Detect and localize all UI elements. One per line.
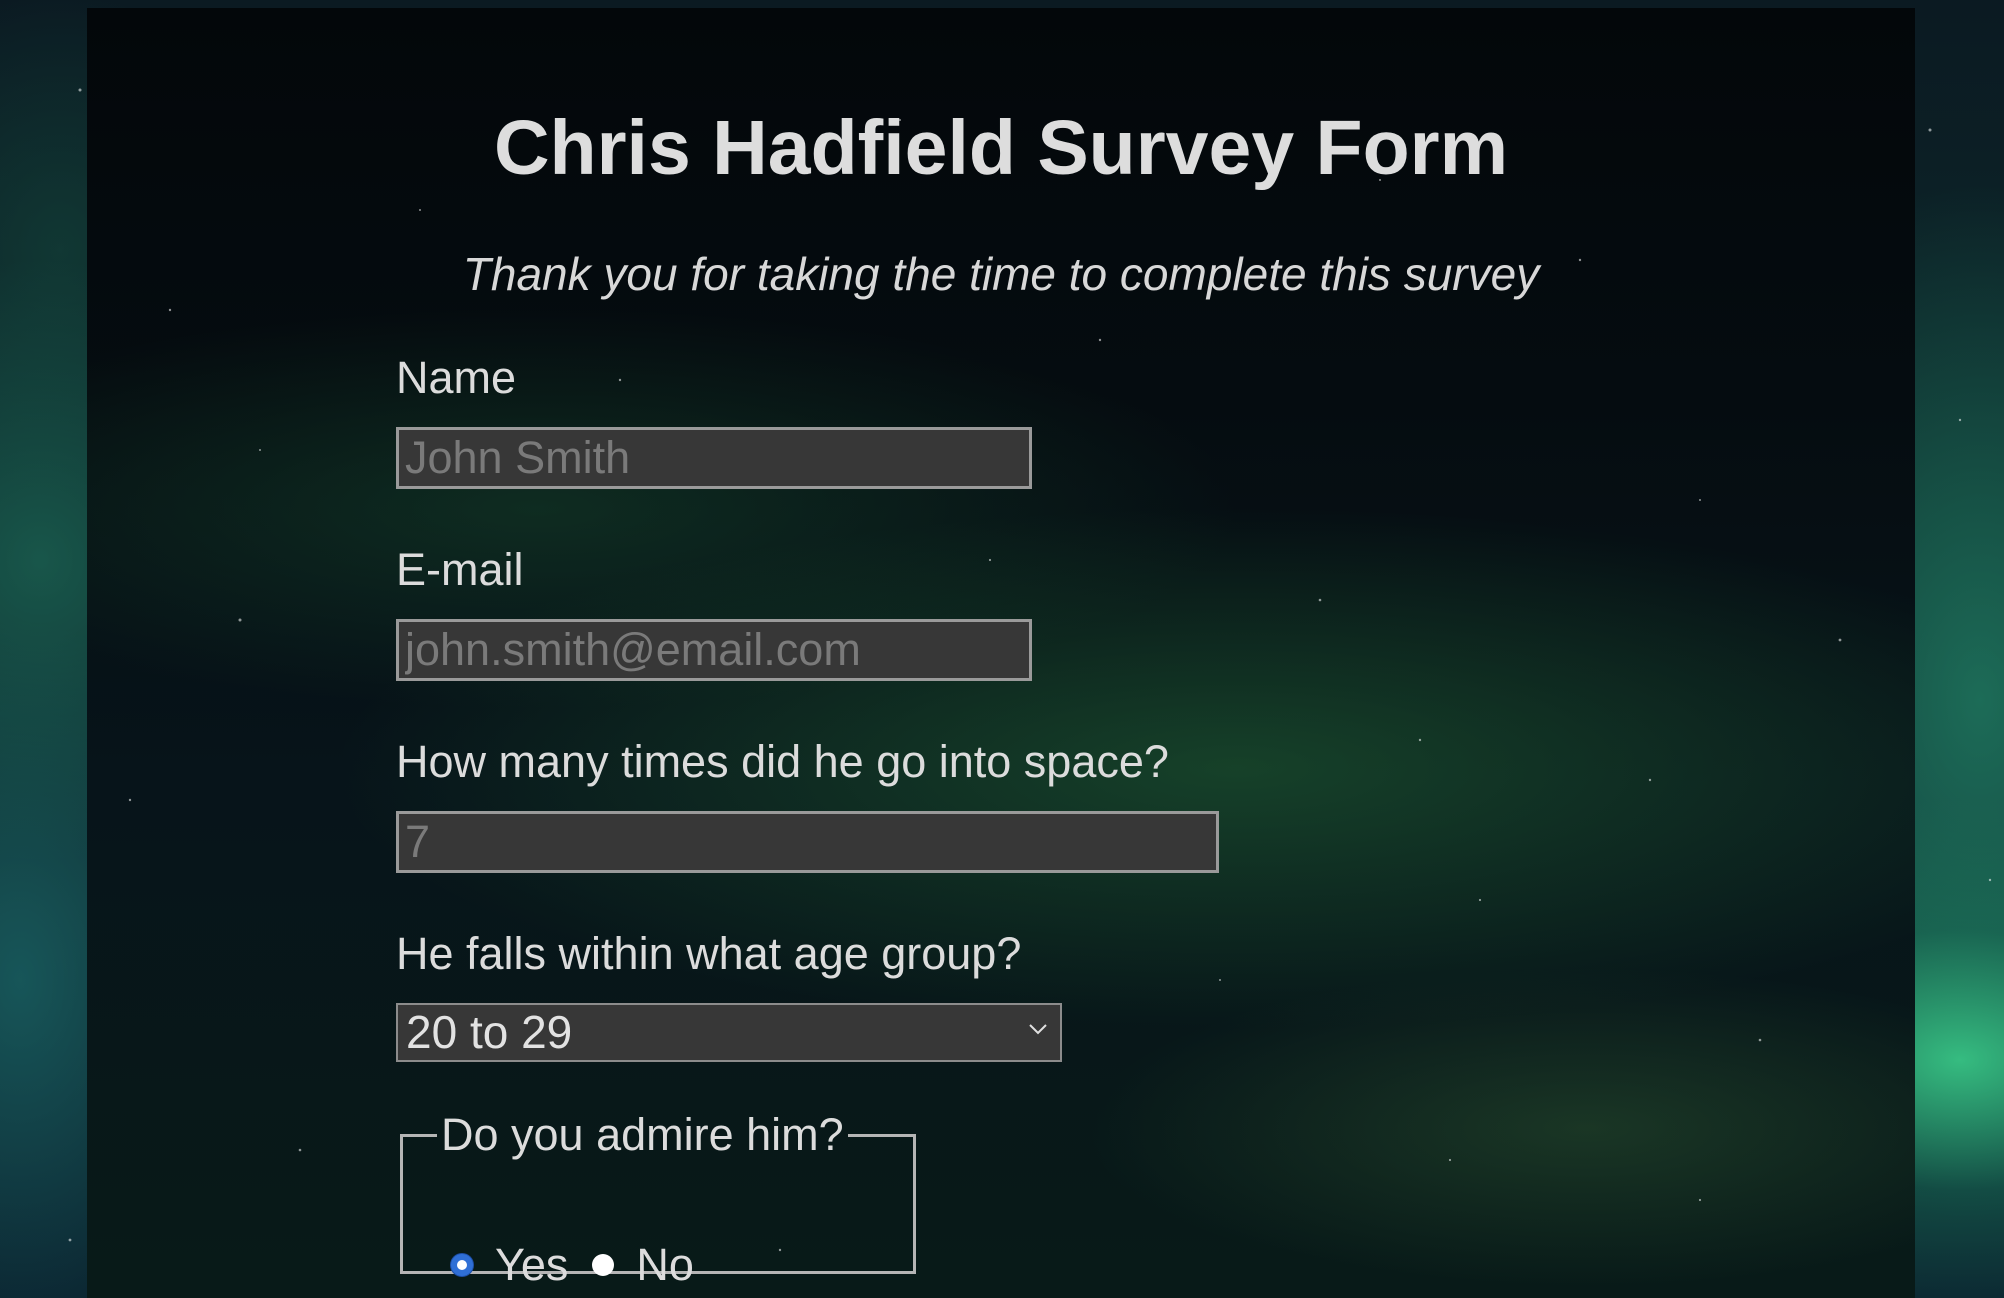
admire-no-radio[interactable] xyxy=(592,1254,615,1276)
age-group-selected-value: 20 to 29 xyxy=(406,1006,573,1058)
admire-yes-radio[interactable] xyxy=(451,1254,473,1276)
admire-no-label[interactable]: No xyxy=(636,1239,694,1291)
admire-options: Yes No xyxy=(451,1239,718,1291)
page-description: Thank you for taking the time to complet… xyxy=(462,248,1540,300)
age-group-select[interactable]: 20 to 29 xyxy=(396,1003,1062,1062)
admire-legend: Do you admire him? xyxy=(441,1109,844,1160)
age-group-label: He falls within what age group? xyxy=(396,928,1022,979)
email-input[interactable] xyxy=(396,619,1032,681)
chevron-down-icon xyxy=(1029,1024,1047,1035)
name-input[interactable] xyxy=(396,427,1032,489)
space-trips-input[interactable] xyxy=(396,811,1219,873)
space-trips-label: How many times did he go into space? xyxy=(396,736,1169,787)
page-title: Chris Hadfield Survey Form xyxy=(493,105,1509,191)
admire-yes-label[interactable]: Yes xyxy=(495,1239,568,1291)
email-label: E-mail xyxy=(396,544,524,595)
admire-fieldset: Do you admire him? Yes No xyxy=(400,1109,916,1290)
name-label: Name xyxy=(396,352,517,403)
